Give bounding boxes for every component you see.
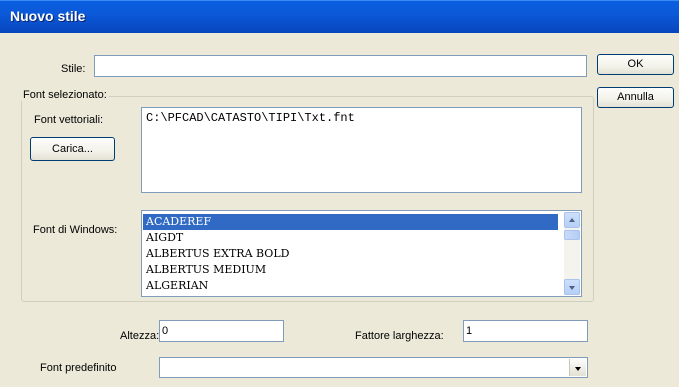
dialog-client-area: Stile: OK Annulla Font selezionato: Font… [3,33,679,387]
vector-font-path-field[interactable]: C:\PFCAD\CATASTO\TIPI\Txt.fnt [141,107,582,193]
font-selected-group-label: Font selezionato: [21,89,109,101]
list-item[interactable]: AIGDT [143,230,183,246]
width-factor-input[interactable] [463,320,588,342]
windows-font-label: Font di Windows: [33,224,118,236]
vector-font-label: Font vettoriali: [34,114,104,126]
width-factor-label: Fattore larghezza: [355,330,444,342]
height-input[interactable] [159,320,284,342]
list-item[interactable]: ALBERTUS MEDIUM [143,262,266,278]
title-bar[interactable]: Nuovo stile [0,0,679,33]
default-font-dropdown-button[interactable] [569,359,586,376]
default-font-combobox[interactable] [159,357,588,378]
list-item[interactable]: ACADEREF [143,214,558,230]
scroll-up-button[interactable] [564,212,580,228]
list-item[interactable]: ALGERIAN [143,278,208,294]
stile-label: Stile: [61,63,86,75]
chevron-up-icon [569,218,575,222]
chevron-down-icon [569,286,575,290]
height-label: Altezza: [120,330,160,342]
window-title: Nuovo stile [10,8,86,24]
cancel-button[interactable]: Annulla [597,87,674,108]
load-font-button[interactable]: Carica... [30,137,115,161]
chevron-down-icon [575,367,581,371]
ok-button[interactable]: OK [597,54,674,75]
scroll-thumb[interactable] [564,230,580,240]
scroll-down-button[interactable] [564,279,580,295]
stile-input[interactable] [94,55,587,77]
default-font-label: Font predefinito [40,362,117,374]
list-scrollbar[interactable] [564,212,580,295]
windows-font-listbox[interactable]: ACADEREF AIGDT ALBERTUS EXTRA BOLD ALBER… [141,210,582,297]
list-item[interactable]: ALBERTUS EXTRA BOLD [143,246,289,262]
